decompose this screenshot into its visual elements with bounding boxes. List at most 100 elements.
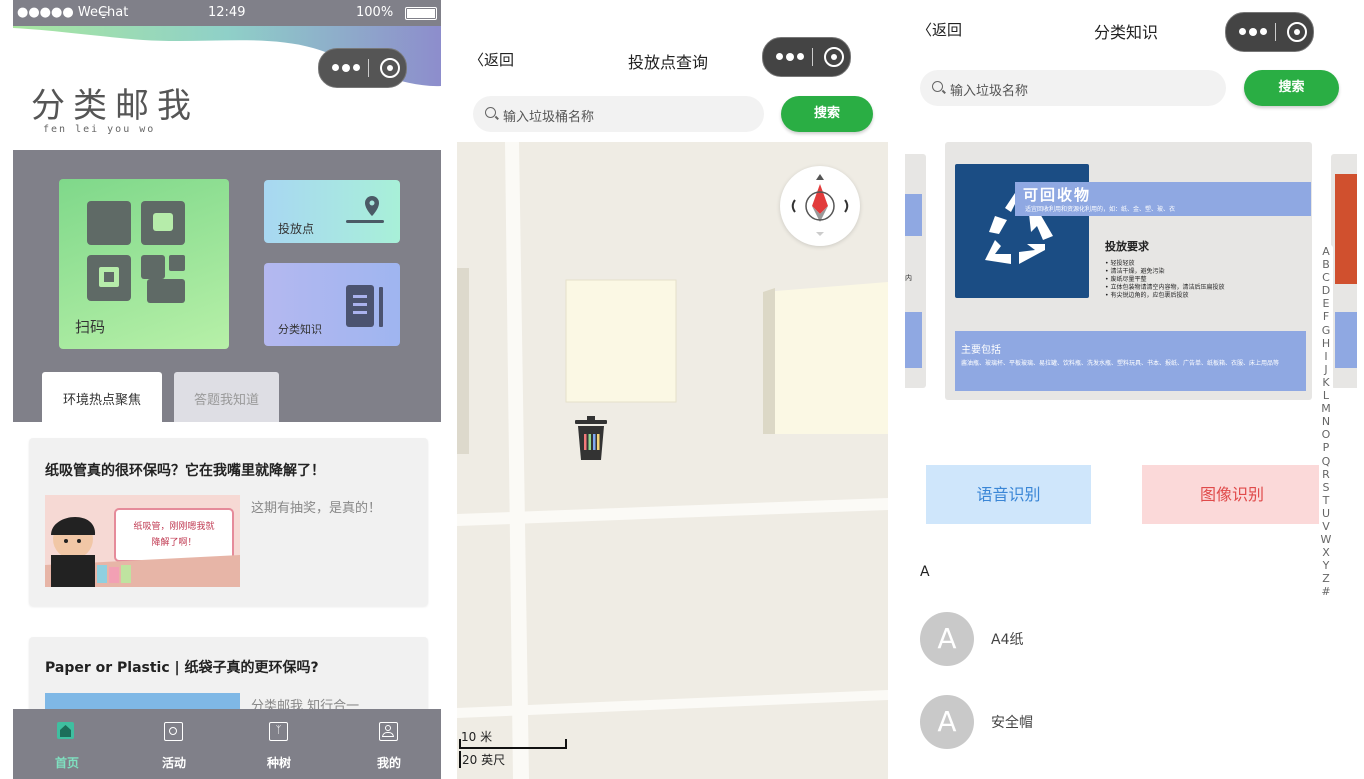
alphabet-index-letter[interactable]: B bbox=[1319, 258, 1333, 271]
more-dots-icon[interactable] bbox=[332, 63, 360, 72]
status-time: 12:49 bbox=[208, 5, 246, 20]
section-header: A bbox=[920, 564, 930, 580]
search-placeholder: 输入垃圾名称 bbox=[950, 84, 1029, 99]
alphabet-index-letter[interactable]: # bbox=[1319, 585, 1333, 598]
alphabet-index-letter[interactable]: H bbox=[1319, 337, 1333, 350]
activity-icon bbox=[164, 722, 183, 741]
alphabet-index-letter[interactable]: I bbox=[1319, 350, 1333, 363]
alphabet-index-letter[interactable]: Z bbox=[1319, 572, 1333, 585]
alphabet-index-letter[interactable]: T bbox=[1319, 494, 1333, 507]
scan-label: 扫码 bbox=[75, 318, 106, 336]
banner-subtitle: 适宜回收利用和资源化利用的，如：纸、金、塑、玻、衣 bbox=[1025, 206, 1176, 213]
scale-bar bbox=[459, 739, 567, 749]
main-items-title: 主要包括 bbox=[961, 345, 1001, 356]
requirements-title: 投放要求 bbox=[1105, 240, 1149, 253]
banner-title: 可回收物 bbox=[1023, 186, 1092, 204]
target-circle-icon[interactable] bbox=[1287, 22, 1307, 42]
avatar: A bbox=[920, 612, 974, 666]
alphabet-index-letter[interactable]: W bbox=[1319, 533, 1333, 546]
requirement-item: • 有尖锐边角的，应包裹后投放 bbox=[1105, 292, 1189, 299]
brand-pinyin: fen lei you wo bbox=[43, 124, 156, 135]
capsule-menu[interactable] bbox=[318, 48, 407, 88]
search-input[interactable]: 输入垃圾桶名称 bbox=[473, 96, 764, 132]
alphabet-index-letter[interactable]: E bbox=[1319, 297, 1333, 310]
tab-me[interactable]: 我的 bbox=[359, 709, 419, 779]
chevron-left-icon: 〈 bbox=[469, 51, 485, 69]
wifi-icon: ᯤ bbox=[98, 7, 109, 21]
tab-plant-tree[interactable]: ᛉ 种树 bbox=[249, 709, 309, 779]
alphabet-index-letter[interactable]: V bbox=[1319, 520, 1333, 533]
target-circle-icon[interactable] bbox=[824, 47, 844, 67]
alphabet-index-letter[interactable]: D bbox=[1319, 284, 1333, 297]
alphabet-index-letter[interactable]: S bbox=[1319, 481, 1333, 494]
drop-point-card[interactable]: 投放点 bbox=[264, 180, 400, 243]
scan-card[interactable]: 扫码 bbox=[59, 179, 229, 349]
tab-hot-topics[interactable]: 环境热点聚焦 bbox=[42, 372, 162, 422]
alphabet-index-letter[interactable]: Y bbox=[1319, 559, 1333, 572]
tab-plant-tree-label: 种树 bbox=[266, 756, 291, 770]
feature-panel: 扫码 投放点 分类知识 环境热点聚焦 答题我知道 bbox=[13, 150, 441, 422]
location-pin-icon bbox=[346, 196, 384, 223]
trash-bin-icon[interactable] bbox=[573, 416, 609, 462]
image-recognition-button[interactable]: 图像识别 bbox=[1142, 465, 1322, 524]
voice-recognition-button[interactable]: 语音识别 bbox=[926, 465, 1091, 524]
search-icon bbox=[932, 81, 943, 92]
banner-title-band: 可回收物 适宜回收利用和资源化利用的，如：纸、金、塑、玻、衣 bbox=[1015, 182, 1311, 216]
carrier-label: ●●●●● WeChat bbox=[17, 5, 129, 20]
alphabet-index-letter[interactable]: X bbox=[1319, 546, 1333, 559]
carousel-next-slide[interactable] bbox=[1331, 154, 1357, 388]
alphabet-index-letter[interactable]: J bbox=[1319, 363, 1333, 376]
alphabet-index-letter[interactable]: P bbox=[1319, 441, 1333, 454]
capsule-menu[interactable] bbox=[762, 37, 851, 77]
user-icon bbox=[379, 722, 398, 741]
alphabet-index-letter[interactable]: R bbox=[1319, 468, 1333, 481]
alphabet-index-letter[interactable]: G bbox=[1319, 324, 1333, 337]
compass-icon[interactable] bbox=[780, 166, 860, 246]
more-dots-icon[interactable] bbox=[1239, 27, 1267, 36]
tab-me-label: 我的 bbox=[376, 756, 401, 770]
battery-percent: 100% bbox=[356, 5, 394, 20]
alphabet-index-letter[interactable]: A bbox=[1319, 245, 1333, 258]
alphabet-index-letter[interactable]: K bbox=[1319, 376, 1333, 389]
tab-home[interactable]: 首页 bbox=[37, 709, 97, 779]
knowledge-screen: 〈返回 分类知识 输入垃圾名称 搜索 内 可回收物 适宜回收利用和资源化利用的，… bbox=[905, 0, 1357, 779]
brand-header: 分类邮我 fen lei you wo bbox=[13, 26, 441, 150]
article-desc: 这期有抽奖，是真的！ bbox=[251, 501, 382, 516]
carousel-prev-slide[interactable]: 内 bbox=[905, 154, 926, 388]
article-title: 纸吸管真的很环保吗？它在我嘴里就降解了！ bbox=[45, 463, 325, 479]
alphabet-index-letter[interactable]: L bbox=[1319, 389, 1333, 402]
tab-activity[interactable]: 活动 bbox=[144, 709, 204, 779]
requirements-list: • 轻投轻放 • 清洁干燥，避免污染 • 废纸尽量平整 • 立体包装物请清空内容… bbox=[1105, 260, 1224, 300]
alphabet-index-letter[interactable]: N bbox=[1319, 415, 1333, 428]
thumbnail-caption-2: 降解了啊！ bbox=[151, 536, 196, 548]
search-button[interactable]: 搜索 bbox=[781, 96, 873, 132]
item-name: 安全帽 bbox=[991, 715, 1033, 731]
drop-point-screen: 〈返回 投放点查询 输入垃圾桶名称 搜索 10 米 20 英尺 bbox=[457, 0, 888, 779]
chevron-left-icon: 〈 bbox=[917, 21, 933, 39]
knowledge-card[interactable]: 分类知识 bbox=[264, 263, 400, 346]
search-button[interactable]: 搜索 bbox=[1244, 70, 1339, 106]
alphabet-index-letter[interactable]: O bbox=[1319, 428, 1333, 441]
map-view[interactable]: 10 米 20 英尺 bbox=[457, 142, 888, 779]
back-button[interactable]: 〈返回 bbox=[917, 19, 962, 40]
alphabet-index-letter[interactable]: C bbox=[1319, 271, 1333, 284]
book-icon bbox=[346, 285, 383, 327]
back-button[interactable]: 〈返回 bbox=[469, 49, 514, 70]
capsule-menu[interactable] bbox=[1225, 12, 1314, 52]
search-input[interactable]: 输入垃圾名称 bbox=[920, 70, 1226, 106]
requirement-item: • 清洁干燥，避免污染 bbox=[1105, 268, 1165, 275]
alphabet-index[interactable]: A B C D E F G H I J K L M N O P Q R S T U V W X Y Z # bbox=[1319, 245, 1333, 665]
more-dots-icon[interactable] bbox=[776, 52, 804, 61]
tab-quiz[interactable]: 答题我知道 bbox=[174, 372, 279, 422]
alphabet-index-letter[interactable]: U bbox=[1319, 507, 1333, 520]
home-screen: ●●●●● WeChat ᯤ 12:49 100% 分类邮我 fen lei y… bbox=[13, 0, 441, 779]
article-card[interactable]: 纸吸管真的很环保吗？它在我嘴里就降解了！ 纸吸管，刚刚嗯我就 降解了啊！ 这期有… bbox=[29, 438, 428, 606]
prev-slide-text: 内 bbox=[905, 274, 912, 282]
alphabet-index-letter[interactable]: F bbox=[1319, 310, 1333, 323]
target-circle-icon[interactable] bbox=[380, 58, 400, 78]
alphabet-index-letter[interactable]: Q bbox=[1319, 455, 1333, 468]
alphabet-index-letter[interactable]: M bbox=[1319, 402, 1333, 415]
avatar: A bbox=[920, 695, 974, 749]
thumbnail-caption-1: 纸吸管，刚刚嗯我就 bbox=[133, 520, 214, 532]
recyclable-banner[interactable]: 可回收物 适宜回收利用和资源化利用的，如：纸、金、塑、玻、衣 投放要求 • 轻投… bbox=[945, 142, 1312, 400]
